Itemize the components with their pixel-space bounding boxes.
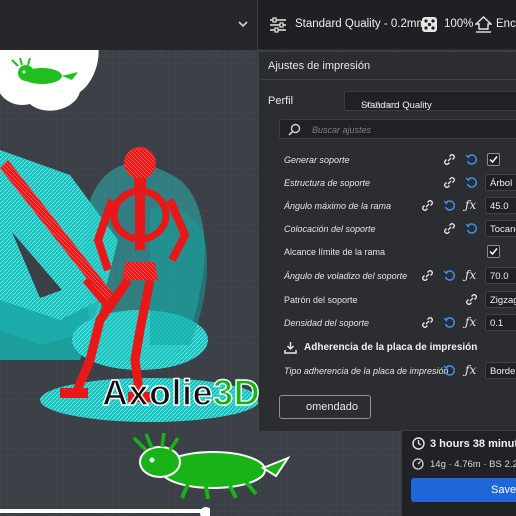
support-density-input[interactable]: 0.1 <box>485 314 516 331</box>
profile-layer-height: - 0.2mm <box>361 100 396 111</box>
print-time: 3 hours 38 minutes <box>430 438 516 450</box>
setting-support-density[interactable]: Densidad del soporte ƒx 0.1 <box>284 313 516 333</box>
adhesion-icon[interactable] <box>475 16 492 33</box>
reset-icon[interactable] <box>465 153 478 166</box>
fx-icon[interactable]: ƒx <box>465 198 476 212</box>
setting-label: Estructura de soporte <box>284 178 371 188</box>
check-icon <box>489 156 498 164</box>
branch-max-angle-input[interactable]: 45.0 <box>485 197 516 214</box>
reset-icon[interactable] <box>443 316 456 329</box>
infill-icon[interactable] <box>421 16 438 33</box>
brand-watermark: Axolie3D <box>101 371 261 414</box>
link-icon[interactable] <box>421 316 434 329</box>
support-structure-select[interactable]: Árbol <box>485 174 516 191</box>
search-icon <box>288 123 301 136</box>
setting-label: Densidad del soporte <box>284 318 370 328</box>
settings-search[interactable]: Buscar ajustes <box>279 119 516 139</box>
reset-icon[interactable] <box>443 269 456 282</box>
setting-label: Alcance límite de la rama <box>284 247 386 257</box>
overhang-angle-value: 70.0 <box>490 271 509 282</box>
profile-label: Perfil <box>268 95 294 107</box>
watermark-prefix: Axolie <box>101 371 214 413</box>
panel-header: Ajustes de impresión <box>259 52 516 80</box>
setting-label: Colocación del soporte <box>284 224 376 234</box>
search-input[interactable]: Buscar ajustes <box>312 125 371 135</box>
fx-icon[interactable]: ƒx <box>465 268 476 282</box>
reset-icon[interactable] <box>443 364 456 377</box>
support-pattern-value: Zigzag <box>490 295 516 306</box>
setting-label: Tipo adherencia de la placa de impresión <box>284 366 449 376</box>
adhesion-type-value: Borde <box>490 366 516 377</box>
setting-label: Ángulo de voladizo del soporte <box>284 271 408 281</box>
layer-slider-handle <box>200 507 210 516</box>
section-title: Adherencia de la placa de impresión <box>304 342 478 353</box>
recommended-button[interactable]: omendado <box>279 395 371 419</box>
chevron-down-icon[interactable] <box>236 17 250 31</box>
support-density-value: 0.1 <box>490 318 504 329</box>
clock-icon <box>412 437 425 450</box>
link-icon[interactable] <box>421 199 434 212</box>
axolotl-watermark-icon <box>132 432 290 500</box>
top-toolbar: Standard Quality - 0.2mm 100% Ence <box>0 0 516 50</box>
fx-icon[interactable]: ƒx <box>465 363 476 377</box>
download-icon <box>284 342 297 354</box>
support-placement-value: Tocand <box>490 224 516 235</box>
printer-selector[interactable] <box>0 0 258 50</box>
fx-icon[interactable]: ƒx <box>465 315 476 329</box>
support-structure-value: Árbol <box>490 178 513 189</box>
watermark-suffix: 3D <box>212 371 261 413</box>
panel-title: Ajustes de impresión <box>268 60 371 72</box>
setting-generate-support[interactable]: Generar soporte <box>284 150 516 170</box>
setting-label: Patrón del soporte <box>284 295 358 305</box>
link-icon[interactable] <box>443 222 456 235</box>
print-settings-panel: Ajustes de impresión Perfil Standard Qua… <box>258 51 516 431</box>
sliders-icon[interactable] <box>268 15 288 35</box>
setting-support-overhang-angle[interactable]: Ángulo de voladizo del soporte ƒx 70.0 <box>284 266 516 286</box>
link-icon[interactable] <box>443 176 456 189</box>
adhesion-label[interactable]: Ence <box>496 18 516 30</box>
overhang-angle-input[interactable]: 70.0 <box>485 267 516 284</box>
setting-support-pattern[interactable]: Patrón del soporte Zigzag <box>284 290 516 310</box>
setting-label: Ángulo máximo de la rama <box>284 201 392 211</box>
save-to-disk-button[interactable]: Save t <box>411 478 516 502</box>
setting-label: Generar soporte <box>284 155 350 165</box>
save-button-label: Save t <box>491 484 516 496</box>
branch-max-angle-value: 45.0 <box>490 201 509 212</box>
support-placement-select[interactable]: Tocand <box>485 220 516 237</box>
setting-branch-reach-limit[interactable]: Alcance límite de la rama <box>284 242 516 262</box>
link-icon[interactable] <box>421 269 434 282</box>
setting-branch-max-angle[interactable]: Ángulo máximo de la rama ƒx 45.0 <box>284 196 516 216</box>
adhesion-type-select[interactable]: Borde <box>485 362 516 379</box>
reset-icon[interactable] <box>443 199 456 212</box>
section-build-plate-adhesion[interactable]: Adherencia de la placa de impresión <box>284 337 516 359</box>
layer-progress-bar[interactable] <box>0 506 210 516</box>
generate-support-checkbox[interactable] <box>487 153 500 166</box>
reset-icon[interactable] <box>465 176 478 189</box>
link-icon[interactable] <box>443 153 456 166</box>
infill-percentage[interactable]: 100% <box>444 18 473 30</box>
meter-icon <box>412 458 424 470</box>
material-usage: 14g · 4.76m · BS 2.27 <box>430 459 516 470</box>
setting-support-placement[interactable]: Colocación del soporte Tocand <box>284 219 516 239</box>
recommended-button-label: omendado <box>306 401 358 413</box>
support-pattern-select[interactable]: Zigzag <box>485 291 516 308</box>
link-icon[interactable] <box>465 293 478 306</box>
setting-adhesion-type[interactable]: Tipo adherencia de la placa de impresión… <box>284 361 516 381</box>
check-icon <box>489 248 498 256</box>
print-estimate-panel: 3 hours 38 minutes 14g · 4.76m · BS 2.27… <box>401 430 516 516</box>
branch-reach-limit-checkbox[interactable] <box>487 245 500 258</box>
reset-icon[interactable] <box>465 222 478 235</box>
setting-support-structure[interactable]: Estructura de soporte Árbol <box>284 173 516 193</box>
profile-dropdown[interactable]: Standard Quality - 0.2mm <box>344 91 516 111</box>
quality-profile-label[interactable]: Standard Quality - 0.2mm <box>295 18 426 30</box>
